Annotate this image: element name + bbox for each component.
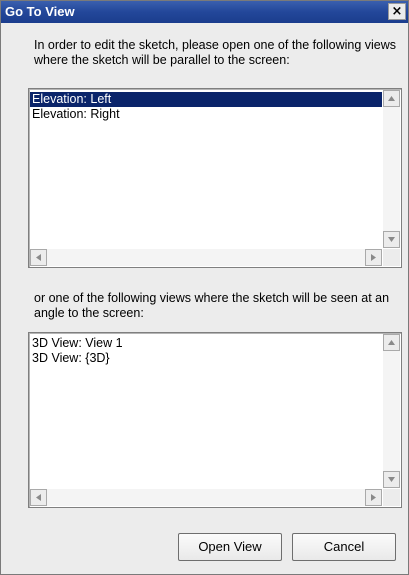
scroll-right-arrow-icon xyxy=(371,494,376,501)
scroll-left-arrow-icon xyxy=(36,494,41,501)
scroll-up-button[interactable] xyxy=(383,90,400,107)
scroll-down-arrow-icon xyxy=(388,237,395,242)
parallel-views-horizontal-scrollbar[interactable] xyxy=(30,249,382,266)
list-item-3d-view-3d[interactable]: 3D View: {3D} xyxy=(30,351,382,366)
angle-views-instruction: or one of the following views where the … xyxy=(34,291,390,320)
angle-views-vertical-scrollbar[interactable] xyxy=(383,334,400,488)
close-icon: × xyxy=(391,4,403,19)
list-item-elevation-right[interactable]: Elevation: Right xyxy=(30,107,382,122)
list-item-3d-view-1[interactable]: 3D View: View 1 xyxy=(30,336,382,351)
scroll-down-button[interactable] xyxy=(383,471,400,488)
scroll-down-arrow-icon xyxy=(388,477,395,482)
go-to-view-dialog: Go To View × In order to edit the sketch… xyxy=(0,0,409,575)
scrollbar-corner xyxy=(383,249,400,266)
list-item-elevation-left[interactable]: Elevation: Left xyxy=(30,92,382,107)
scroll-right-arrow-icon xyxy=(371,254,376,261)
scroll-left-button[interactable] xyxy=(30,249,47,266)
scroll-down-button[interactable] xyxy=(383,231,400,248)
scroll-right-button[interactable] xyxy=(365,489,382,506)
cancel-button[interactable]: Cancel xyxy=(292,533,396,561)
angle-views-items: 3D View: View 1 3D View: {3D} xyxy=(30,336,382,366)
parallel-views-listbox[interactable]: Elevation: Left Elevation: Right xyxy=(28,88,402,268)
title-bar[interactable]: Go To View × xyxy=(1,1,408,23)
scroll-right-button[interactable] xyxy=(365,249,382,266)
parallel-views-items: Elevation: Left Elevation: Right xyxy=(30,92,382,122)
angle-views-horizontal-scrollbar[interactable] xyxy=(30,489,382,506)
dialog-title: Go To View xyxy=(5,4,75,19)
angle-views-listbox[interactable]: 3D View: View 1 3D View: {3D} xyxy=(28,332,402,508)
scroll-left-arrow-icon xyxy=(36,254,41,261)
close-button[interactable]: × xyxy=(388,3,406,20)
scroll-left-button[interactable] xyxy=(30,489,47,506)
scrollbar-corner xyxy=(383,489,400,506)
parallel-views-instruction: In order to edit the sketch, please open… xyxy=(34,38,397,67)
parallel-views-vertical-scrollbar[interactable] xyxy=(383,90,400,248)
scroll-up-arrow-icon xyxy=(388,340,395,345)
scroll-up-arrow-icon xyxy=(388,96,395,101)
scroll-up-button[interactable] xyxy=(383,334,400,351)
open-view-button[interactable]: Open View xyxy=(178,533,282,561)
